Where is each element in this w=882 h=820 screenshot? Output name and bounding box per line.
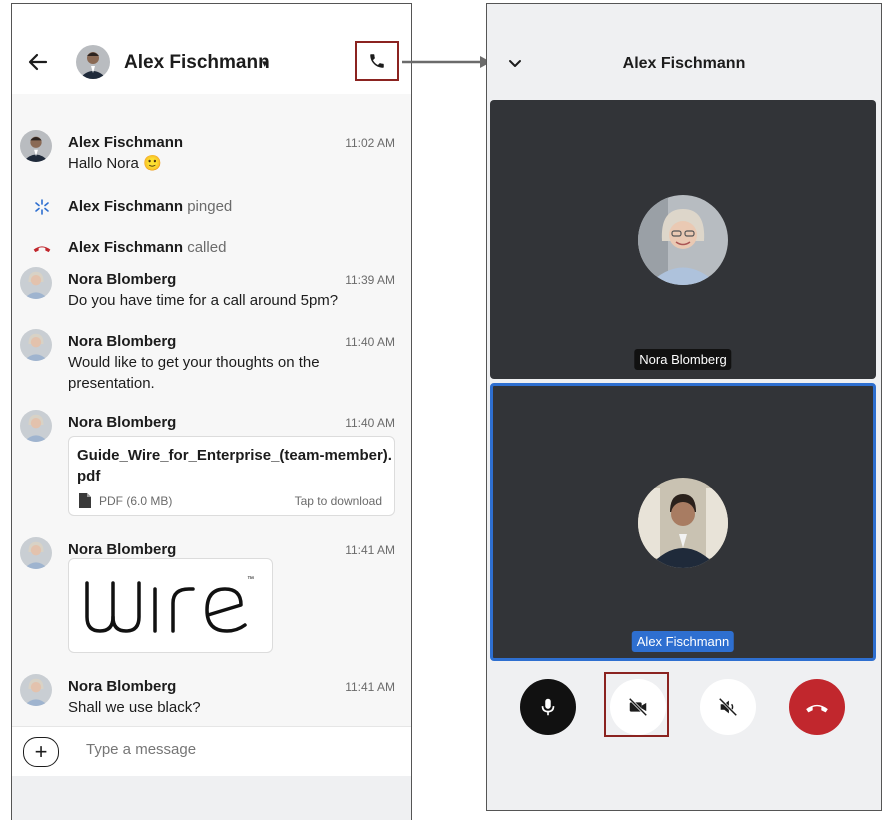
hang-up-button[interactable] (789, 679, 845, 735)
message-sender: Nora Blomberg (68, 271, 177, 288)
message-text: Hallo Nora 🙂 (68, 155, 162, 172)
camera-off-icon (628, 697, 648, 717)
message-text: Do you have time for a call around 5pm? (68, 292, 339, 309)
microphone-button[interactable] (520, 679, 576, 735)
speaker-muted-icon (718, 697, 738, 717)
wire-logo-image: ™ (85, 576, 254, 633)
call-title: Alex Fischmann (622, 55, 746, 72)
chevron-down-icon[interactable]: ▾ (262, 57, 268, 70)
call-header: Alex Fischmann (487, 4, 881, 96)
file-icon (79, 493, 91, 508)
hang-up-icon (806, 704, 828, 713)
svg-text:™: ™ (247, 576, 254, 583)
system-message-name: Alex Fischmann (68, 198, 184, 215)
bottom-inset (12, 776, 411, 820)
message-text: Would like to get your thoughts on the p… (68, 354, 320, 392)
participant-name-label: Nora Blomberg (634, 349, 732, 370)
call-screen: Alex Fischmann Nora Blomberg Alex Fischm… (486, 3, 882, 811)
message-sender: Nora Blomberg (68, 541, 177, 558)
nora-avatar-image (20, 329, 52, 361)
contact-avatar[interactable] (76, 45, 110, 79)
message-time: 11:02 AM (345, 136, 395, 150)
file-name: Guide_Wire_for_Enterprise_(team-member).… (77, 447, 392, 485)
message-sender: Nora Blomberg (68, 333, 177, 350)
nora-avatar-image (20, 674, 52, 706)
nora-avatar-image (20, 410, 52, 442)
message-time: 11:39 AM (345, 273, 395, 287)
camera-button[interactable] (610, 679, 666, 735)
participant-tile-alex[interactable]: Alex Fischmann (490, 383, 876, 661)
message-time: 11:40 AM (345, 335, 395, 349)
conversation-screen: Alex Fischmann ▾ Alex Fischmann 11:02 AM (11, 3, 412, 820)
message-time: 11:41 AM (345, 543, 395, 557)
nora-avatar[interactable] (20, 410, 52, 442)
conversation-header: Alex Fischmann ▾ (12, 4, 411, 94)
ping-notice: Alex Fischmann pinged (68, 198, 232, 215)
file-size: PDF (6.0 MB) (99, 494, 173, 508)
alex-avatar-image (76, 45, 110, 79)
participant-name-label: Alex Fischmann (631, 631, 735, 652)
call-notice: Alex Fischmann called (68, 239, 226, 256)
add-attachment-button[interactable]: + (23, 737, 59, 767)
ping-icon (35, 199, 49, 215)
flow-arrow-icon (402, 56, 491, 68)
speaker-button[interactable] (700, 679, 756, 735)
alex-avatar-image (20, 130, 52, 162)
system-message-action: called (187, 239, 227, 256)
message-sender: Nora Blomberg (68, 678, 177, 695)
message-time: 11:41 AM (345, 680, 395, 694)
download-link[interactable]: Tap to download (295, 494, 382, 508)
nora-avatar[interactable] (20, 537, 52, 569)
microphone-icon (541, 698, 555, 716)
alex-avatar[interactable] (20, 130, 52, 162)
alex-portrait-image (638, 478, 728, 568)
message-sender: Nora Blomberg (68, 414, 177, 431)
message-list[interactable]: Alex Fischmann 11:02 AM Hallo Nora 🙂 Ale… (12, 94, 411, 726)
message-sender: Alex Fischmann (68, 134, 184, 151)
message-composer: + (12, 726, 411, 777)
nora-portrait-image (638, 195, 728, 285)
nora-avatar[interactable] (20, 674, 52, 706)
nora-avatar-image (20, 267, 52, 299)
arrow-left-icon[interactable] (26, 50, 50, 74)
missed-call-icon (33, 246, 51, 253)
system-message-action: pinged (187, 198, 233, 215)
message-time: 11:40 AM (345, 416, 395, 430)
file-attachment[interactable]: Guide_Wire_for_Enterprise_(team-member).… (68, 436, 395, 516)
image-attachment[interactable]: ™ (68, 558, 273, 653)
alex-video-avatar (638, 478, 728, 568)
message-input[interactable] (86, 741, 386, 758)
nora-avatar[interactable] (20, 329, 52, 361)
nora-avatar-image (20, 537, 52, 569)
nora-avatar[interactable] (20, 267, 52, 299)
phone-icon (370, 54, 384, 68)
start-call-button[interactable] (355, 41, 399, 81)
nora-video-avatar (638, 195, 728, 285)
message-text: Shall we use black? (68, 699, 201, 716)
system-message-name: Alex Fischmann (68, 239, 184, 256)
contact-name[interactable]: Alex Fischmann (124, 52, 270, 74)
participant-tile-nora[interactable]: Nora Blomberg (490, 100, 876, 379)
